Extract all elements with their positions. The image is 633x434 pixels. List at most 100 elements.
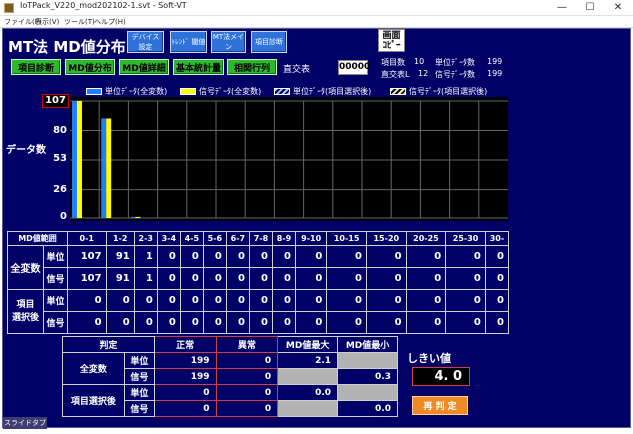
minimize-button[interactable]: — [548,0,576,16]
maximize-button[interactable]: ☐ [576,0,604,16]
menu-tools[interactable]: ツール(T) [64,16,95,28]
judge-unit-label: 単位 [123,384,155,401]
menu-view[interactable]: 表示(V) [35,16,59,28]
ortho-table-value: 12 [418,69,429,78]
table-cell: 0 [365,267,407,290]
table-cell: 0 [225,267,250,290]
mt-main-button[interactable]: MT法メイン [211,31,246,53]
ortho-input-label: 直交表 [283,65,311,75]
unit-data-count-label: 単位ﾃﾞｰﾀ数 [435,58,475,67]
all-vars-label: 全変数 [7,245,44,290]
signal-data-count-value: 199 [487,69,503,78]
sel-unit-normal: 0 [153,384,217,401]
judgment-table: 判定 正常 異常 MD値最大 MD値最小 全変数 単位 199 0 2.1 信号… [62,336,398,417]
ortho-table-label: 直交表L [381,70,410,79]
table-cell: 0 [365,289,407,312]
tab-item-diagnosis[interactable]: 項目診断 [11,59,61,75]
range-header-cell: 8-9 [271,231,296,246]
table-cell: 0 [67,289,107,312]
judge-row-sel-unit: 項目選択後 単位 0 0 0.0 [62,384,398,417]
table-cell: 0 [271,311,296,334]
table-cell: 0 [133,311,158,334]
tab-correlation-matrix[interactable]: 相関行列 [227,59,277,75]
table-cell: 0 [484,267,510,290]
table-cell: 0 [225,311,250,334]
sel-signal-normal: 0 [153,400,217,417]
y-axis-max: 107 [42,94,69,108]
sel-unit-md-min [337,384,398,401]
rejudge-button[interactable]: 再 判 定 [412,396,468,415]
sel-unit-md-max: 0.0 [277,384,339,401]
close-button[interactable]: ✕ [604,0,632,16]
item-diagnosis-nav-button[interactable]: 項目診断 [251,31,287,53]
slide-tab[interactable]: スライドタブ [3,417,47,429]
ortho-input[interactable]: 00000 [338,60,370,75]
table-cell: 0 [484,311,510,334]
legend-swatch [180,87,196,95]
tab-basic-statistics[interactable]: 基本統計量 [173,59,224,75]
bar-1-0-1 [77,101,82,218]
table-cell: 0 [248,245,273,268]
all-unit-normal: 199 [153,352,217,369]
table-cell: 0 [445,267,486,290]
range-header-cell: 1-2 [105,231,135,246]
range-header-cell: 20-25 [405,231,447,246]
judge-header-md-min: MD値最小 [337,336,398,353]
table-row-all-signal: 信号 107 91 1 0 0 0 0 0 0 0 0 0 0 0 0 [8,267,510,290]
selected-label-line1: 項目 [16,299,35,310]
all-signal-md-max [277,368,339,385]
table-cell: 0 [326,311,367,334]
legend-label: 信号ﾃﾞｰﾀ(項目選択後) [409,86,488,96]
range-header-cell: 5-6 [202,231,227,246]
range-header-cell: 3-4 [156,231,181,246]
table-cell: 0 [405,289,447,312]
menu-help[interactable]: ヘルプ(H) [94,16,126,28]
table-cell: 0 [294,311,328,334]
all-signal-normal: 199 [153,368,217,385]
range-header-cell: 10-15 [326,231,367,246]
table-cell: 107 [67,245,107,268]
table-cell: 0 [405,311,447,334]
tab-md-distribution[interactable]: MD値分布 [65,59,115,75]
table-cell: 0 [156,245,181,268]
table-cell: 0 [294,267,328,290]
threshold-input[interactable]: 4. 0 [412,367,470,386]
table-cell: 1 [133,267,158,290]
trend-threshold-button[interactable]: ﾄﾚﾝﾄﾞ 閾値 [170,31,207,53]
bar-0-0-1 [72,101,77,218]
table-cell: 0 [248,311,273,334]
range-header-cell: 30- [484,231,510,246]
all-unit-md-min [337,352,398,369]
table-cell: 0 [445,311,486,334]
judge-header-md-max: MD値最大 [277,336,339,353]
table-cell: 107 [67,267,107,290]
table-cell: 0 [179,267,204,290]
legend-label: 信号ﾃﾞｰﾀ(全変数) [199,86,262,96]
judge-selected-label: 項目選択後 [62,384,125,417]
signal-data-count-label: 信号ﾃﾞｰﾀ数 [435,70,475,79]
legend-label: 単位ﾃﾞｰﾀ(全変数) [105,86,168,96]
y-axis-label: データ数 [6,145,46,156]
table-cell: 0 [326,289,367,312]
menu-bar: ファイル(F) 表示(V) ツール(T) ヘルプ(H) [0,16,633,28]
screen-copy-button[interactable]: 画面 ｺﾋﾟｰ [378,29,405,52]
trend-threshold-label: ﾄﾚﾝﾄﾞ 閾値 [171,38,206,46]
sel-unit-abnormal: 0 [215,384,279,401]
judge-header-judgment: 判定 [62,336,155,353]
table-cell: 0 [484,289,510,312]
table-cell: 0 [202,311,227,334]
table-cell: 0 [365,311,407,334]
range-header-cell: 2-3 [133,231,158,246]
table-cell: 0 [405,267,447,290]
tab-md-details[interactable]: MD値詳細 [119,59,169,75]
table-cell: 0 [271,245,296,268]
bar-0-1-2 [101,118,107,218]
table-row-sel-unit: 項目 選択後 単位 0 0 0 0 0 0 0 0 0 0 0 0 0 0 0 [7,289,510,334]
selected-label: 項目 選択後 [7,289,44,334]
device-settings-button[interactable]: デバイス 設定 [127,31,164,53]
legend-unit-all: 単位ﾃﾞｰﾀ(全変数) [86,85,167,97]
range-header-cell: 15-20 [365,231,407,246]
page-title: MT法 MD値分布 [8,38,126,56]
table-cell: 0 [225,289,250,312]
app-icon [4,3,14,13]
